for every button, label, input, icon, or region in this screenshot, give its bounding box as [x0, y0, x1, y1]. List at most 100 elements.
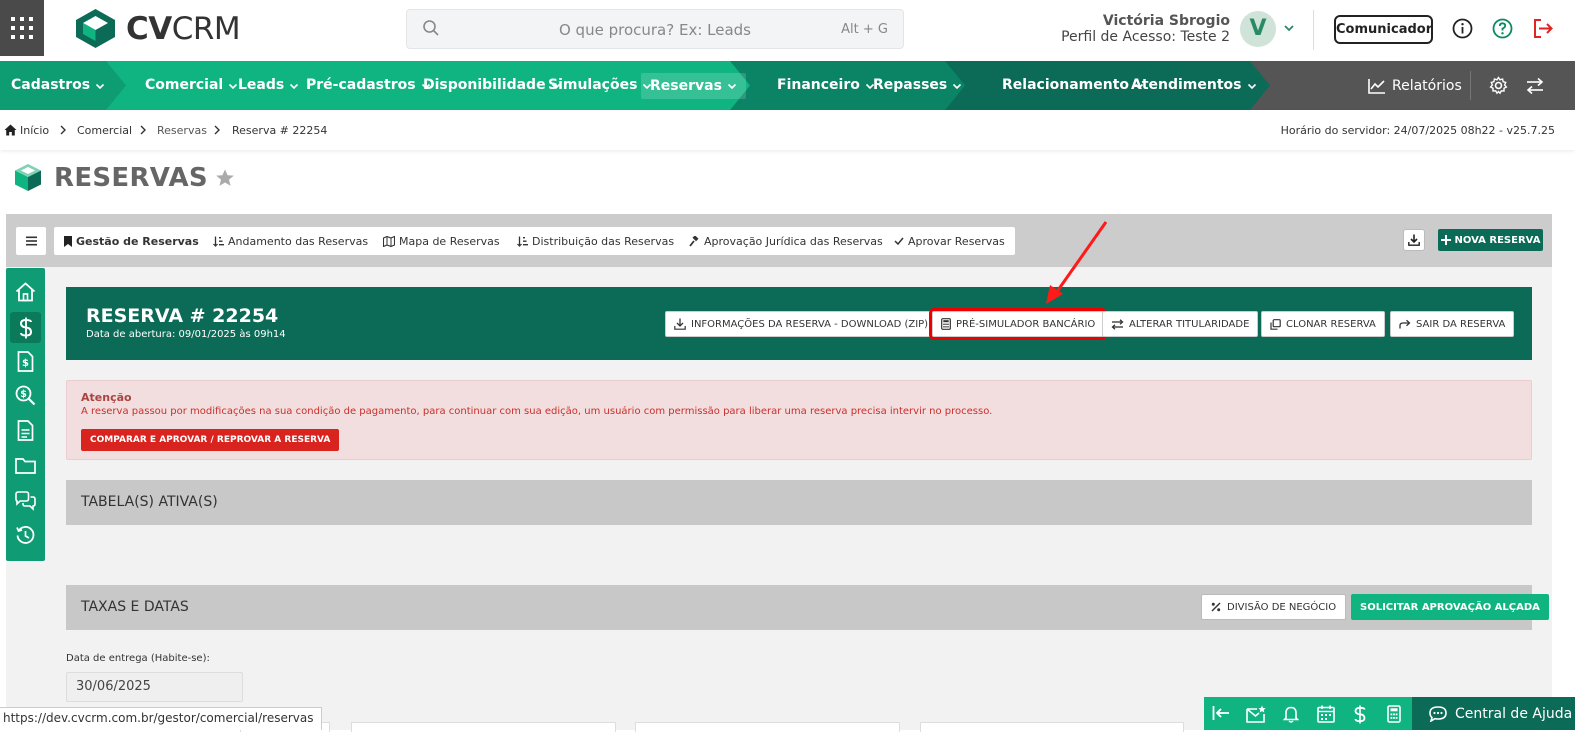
attention-alert: Atenção A reserva passou por modificaçõe…: [66, 380, 1532, 460]
breadcrumb-current: Reserva # 22254: [232, 124, 328, 137]
apps-grid-icon[interactable]: [0, 0, 44, 56]
map-icon: [383, 235, 395, 247]
alert-text: A reserva passou por modificações na sua…: [81, 406, 993, 417]
chevron-down-icon: [229, 83, 238, 89]
copy-icon: [1270, 318, 1281, 330]
pre-simulator-button[interactable]: PRÉ-SIMULADOR BANCÁRIO: [928, 308, 1108, 340]
sidebar-financial[interactable]: [10, 312, 41, 343]
menu-toggle-button[interactable]: [16, 227, 46, 255]
page-title-text: RESERVAS: [54, 163, 208, 193]
divider: [1470, 71, 1471, 100]
bell-icon[interactable]: [1283, 705, 1299, 723]
swap-icon[interactable]: [1526, 77, 1544, 95]
gavel-icon: [689, 235, 699, 247]
divider: [1313, 10, 1314, 50]
avatar[interactable]: V: [1240, 11, 1276, 47]
nav-repasses[interactable]: Repasses: [873, 61, 962, 110]
mail-star-icon[interactable]: [1246, 705, 1266, 723]
chevron-down-icon: [96, 83, 105, 89]
nav-cadastros[interactable]: Cadastros: [11, 61, 105, 110]
exit-reservation-button[interactable]: SAIR DA RESERVA: [1390, 311, 1515, 337]
clone-reservation-button[interactable]: CLONAR RESERVA: [1261, 311, 1385, 337]
chevron-down-icon[interactable]: [1283, 22, 1295, 34]
change-ownership-button[interactable]: ALTERAR TITULARIDADE: [1102, 311, 1259, 337]
info-icon[interactable]: [1452, 18, 1473, 39]
sort-icon: [517, 236, 528, 247]
chevron-down-icon: [290, 83, 299, 89]
nav-financeiro[interactable]: Financeiro: [777, 61, 875, 110]
form-field[interactable]: [920, 722, 1184, 732]
sidebar-folder[interactable]: [14, 454, 37, 477]
sidebar-history[interactable]: [14, 524, 37, 547]
compare-approve-button[interactable]: COMPARAR E APROVAR / REPROVAR A RESERVA: [81, 429, 340, 451]
calendar-icon[interactable]: [1317, 705, 1335, 723]
request-approval-button[interactable]: SOLICITAR APROVAÇÃO ALÇADA: [1351, 594, 1549, 620]
business-split-button[interactable]: DIVISÃO DE NEGÓCIO: [1201, 594, 1347, 620]
svg-text:$: $: [22, 358, 29, 369]
breadcrumb-reservas[interactable]: Reservas: [157, 124, 207, 137]
chat-bubble-icon: [1429, 705, 1447, 722]
download-zip-button[interactable]: INFORMAÇÕES DA RESERVA - DOWNLOAD (ZIP): [665, 311, 938, 337]
user-info[interactable]: Victória Sbrogio Perfil de Acesso: Teste…: [1061, 13, 1230, 45]
nav-disponibilidade[interactable]: Disponibilidade: [423, 61, 561, 110]
sidebar-home[interactable]: [14, 280, 37, 303]
nav-reports[interactable]: Relatórios: [1368, 61, 1462, 110]
chevron-right-icon: [60, 125, 66, 135]
app-logo[interactable]: CVCRM: [75, 8, 241, 49]
reservation-header: RESERVA # 22254 Data de abertura: 09/01/…: [66, 287, 1532, 360]
check-icon: [894, 237, 904, 246]
calculator-icon[interactable]: [1387, 705, 1401, 723]
hamburger-icon: [25, 236, 37, 246]
nav-relacionamento[interactable]: Relacionamento: [1002, 61, 1144, 110]
reservation-opened-date: Data de abertura: 09/01/2025 às 09h14: [86, 329, 286, 340]
tab-distribuicao-reservas[interactable]: Distribuição das Reservas: [507, 227, 685, 255]
document-icon: [17, 420, 34, 441]
dollar-icon[interactable]: [1354, 705, 1366, 724]
nav-leads[interactable]: Leads: [238, 61, 299, 110]
logo-mark-icon: [76, 9, 115, 48]
tab-aprovacao-juridica[interactable]: Aprovação Jurídica das Reservas: [679, 227, 893, 255]
nav-comercial[interactable]: Comercial: [145, 61, 238, 110]
collapse-left-icon[interactable]: [1212, 705, 1230, 721]
active-tables-section[interactable]: TABELA(S) ATIVA(S): [66, 480, 1532, 525]
chevron-right-icon: [140, 125, 146, 135]
logout-icon[interactable]: [1532, 18, 1554, 39]
chevron-right-icon: [214, 125, 220, 135]
nav-simulacoes[interactable]: Simulações: [548, 61, 652, 110]
breadcrumb-comercial[interactable]: Comercial: [77, 124, 132, 137]
share-arrow-icon: [1399, 319, 1411, 329]
tab-mapa-reservas[interactable]: Mapa de Reservas: [373, 227, 510, 255]
user-name: Victória Sbrogio: [1102, 13, 1230, 29]
new-reservation-button[interactable]: NOVA RESERVA: [1438, 229, 1543, 251]
sidebar-invoice[interactable]: $: [14, 350, 37, 373]
form-field[interactable]: [351, 722, 616, 732]
sidebar-document[interactable]: [14, 419, 37, 442]
plus-icon: [1440, 235, 1451, 245]
help-center-button[interactable]: Central de Ajuda: [1412, 697, 1575, 730]
delivery-date-field[interactable]: 30/06/2025: [66, 672, 243, 702]
reservation-sidebar: $ $: [6, 268, 45, 561]
home-icon[interactable]: [4, 124, 17, 136]
tab-andamento-reservas[interactable]: Andamento das Reservas: [203, 227, 379, 255]
search-input[interactable]: O que procura? Ex: Leads Alt + G: [406, 9, 904, 49]
download-button[interactable]: [1403, 229, 1425, 251]
gear-icon[interactable]: [1489, 76, 1508, 95]
tab-aprovar-reservas[interactable]: Aprovar Reservas: [884, 227, 1015, 255]
sidebar-search-money[interactable]: $: [14, 384, 37, 407]
status-url: https://dev.cvcrm.com.br/gestor/comercia…: [0, 707, 322, 730]
invoice-dollar-icon: $: [17, 351, 34, 372]
nav-pre-cadastros[interactable]: Pré-cadastros: [306, 61, 431, 110]
nav-reservas[interactable]: Reservas: [641, 73, 746, 99]
main-nav: Cadastros Comercial Leads Pré-cadastros …: [0, 61, 1575, 110]
breadcrumb-home[interactable]: Início: [20, 124, 49, 137]
percent-icon: [1211, 602, 1221, 612]
nav-atendimentos[interactable]: Atendimentos: [1131, 61, 1257, 110]
chart-line-icon: [1368, 78, 1385, 94]
star-icon[interactable]: [215, 168, 235, 188]
sidebar-chat[interactable]: [14, 489, 37, 512]
communicator-button[interactable]: Comunicador: [1334, 15, 1433, 44]
tab-gestao-reservas[interactable]: Gestão de Reservas: [54, 227, 209, 255]
download-icon: [674, 318, 686, 330]
help-icon[interactable]: [1492, 18, 1513, 39]
form-field[interactable]: [635, 722, 900, 732]
